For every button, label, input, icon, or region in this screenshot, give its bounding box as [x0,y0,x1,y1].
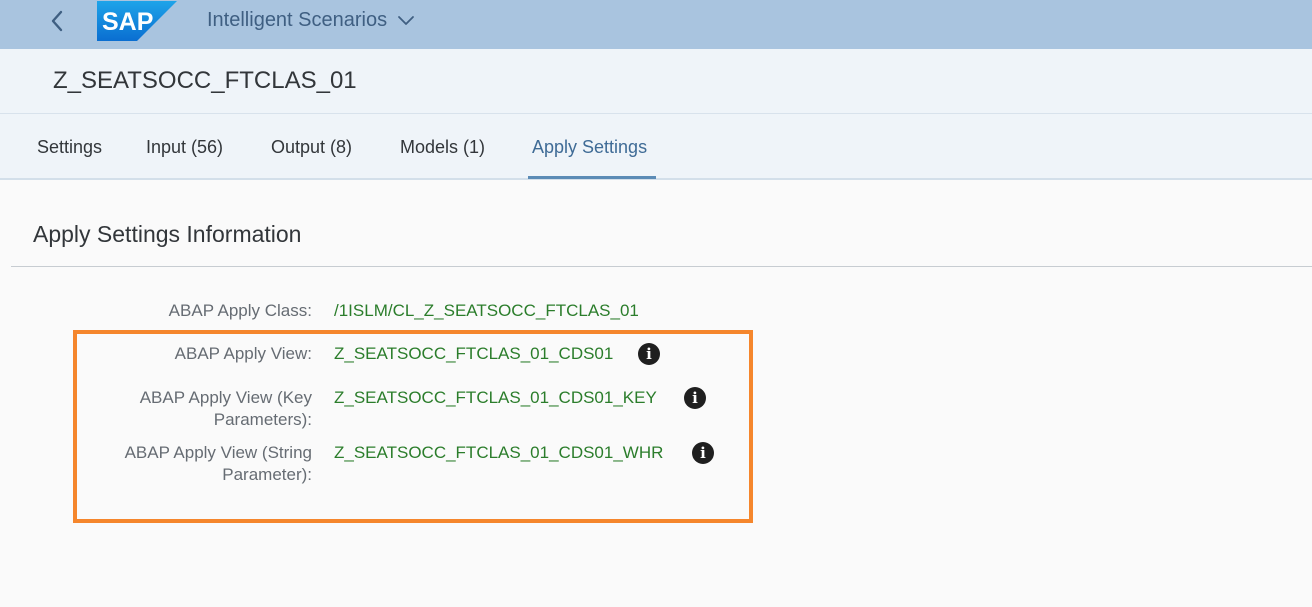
info-icon[interactable]: i [638,343,660,365]
tab-input[interactable]: Input (56) [146,114,223,180]
apply-class-value: /1ISLM/CL_Z_SEATSOCC_FTCLAS_01 [334,301,639,320]
apply-view-value: Z_SEATSOCC_FTCLAS_01_CDS01 [334,344,614,363]
tab-models[interactable]: Models (1) [400,114,485,180]
back-button[interactable] [40,4,74,38]
object-title: Z_SEATSOCC_FTCLAS_01 [53,67,357,94]
tab-bar: Settings Input (56) Output (8) Models (1… [0,114,1312,180]
selected-tab-indicator [528,176,656,179]
apply-view-string-label-line2: Parameter): [222,465,312,484]
section-divider [11,266,1312,267]
apply-class-label: ABAP Apply Class: [168,301,312,320]
apply-view-key-label-line2: Parameters): [213,410,312,429]
tab-settings[interactable]: Settings [37,114,102,180]
object-header: Z_SEATSOCC_FTCLAS_01 [0,49,1312,114]
apply-view-string-label: ABAP Apply View (String Parameter): [80,442,312,486]
apply-view-key-value: Z_SEATSOCC_FTCLAS_01_CDS01_KEY [334,388,657,407]
apply-view-string-value: Z_SEATSOCC_FTCLAS_01_CDS01_WHR [334,443,664,462]
chevron-down-icon [398,16,415,25]
apply-view-string-label-line1: ABAP Apply View (String [124,443,312,462]
apply-view-key-label: ABAP Apply View (Key Parameters): [80,387,312,431]
tab-output[interactable]: Output (8) [271,114,352,180]
sap-logo: SAP [97,1,177,41]
app-title: Intelligent Scenarios [207,8,388,31]
svg-text:SAP: SAP [102,8,153,36]
apply-view-label: ABAP Apply View: [174,344,312,363]
shell-bar: SAP Intelligent Scenarios [0,0,1312,49]
apply-view-key-label-line1: ABAP Apply View (Key [139,388,312,407]
tab-apply-settings[interactable]: Apply Settings [532,114,647,180]
info-icon[interactable]: i [692,442,714,464]
app-title-menu[interactable]: Intelligent Scenarios [207,7,415,33]
chevron-left-icon [51,10,63,32]
info-icon[interactable]: i [684,387,706,409]
section-title: Apply Settings Information [33,221,302,247]
